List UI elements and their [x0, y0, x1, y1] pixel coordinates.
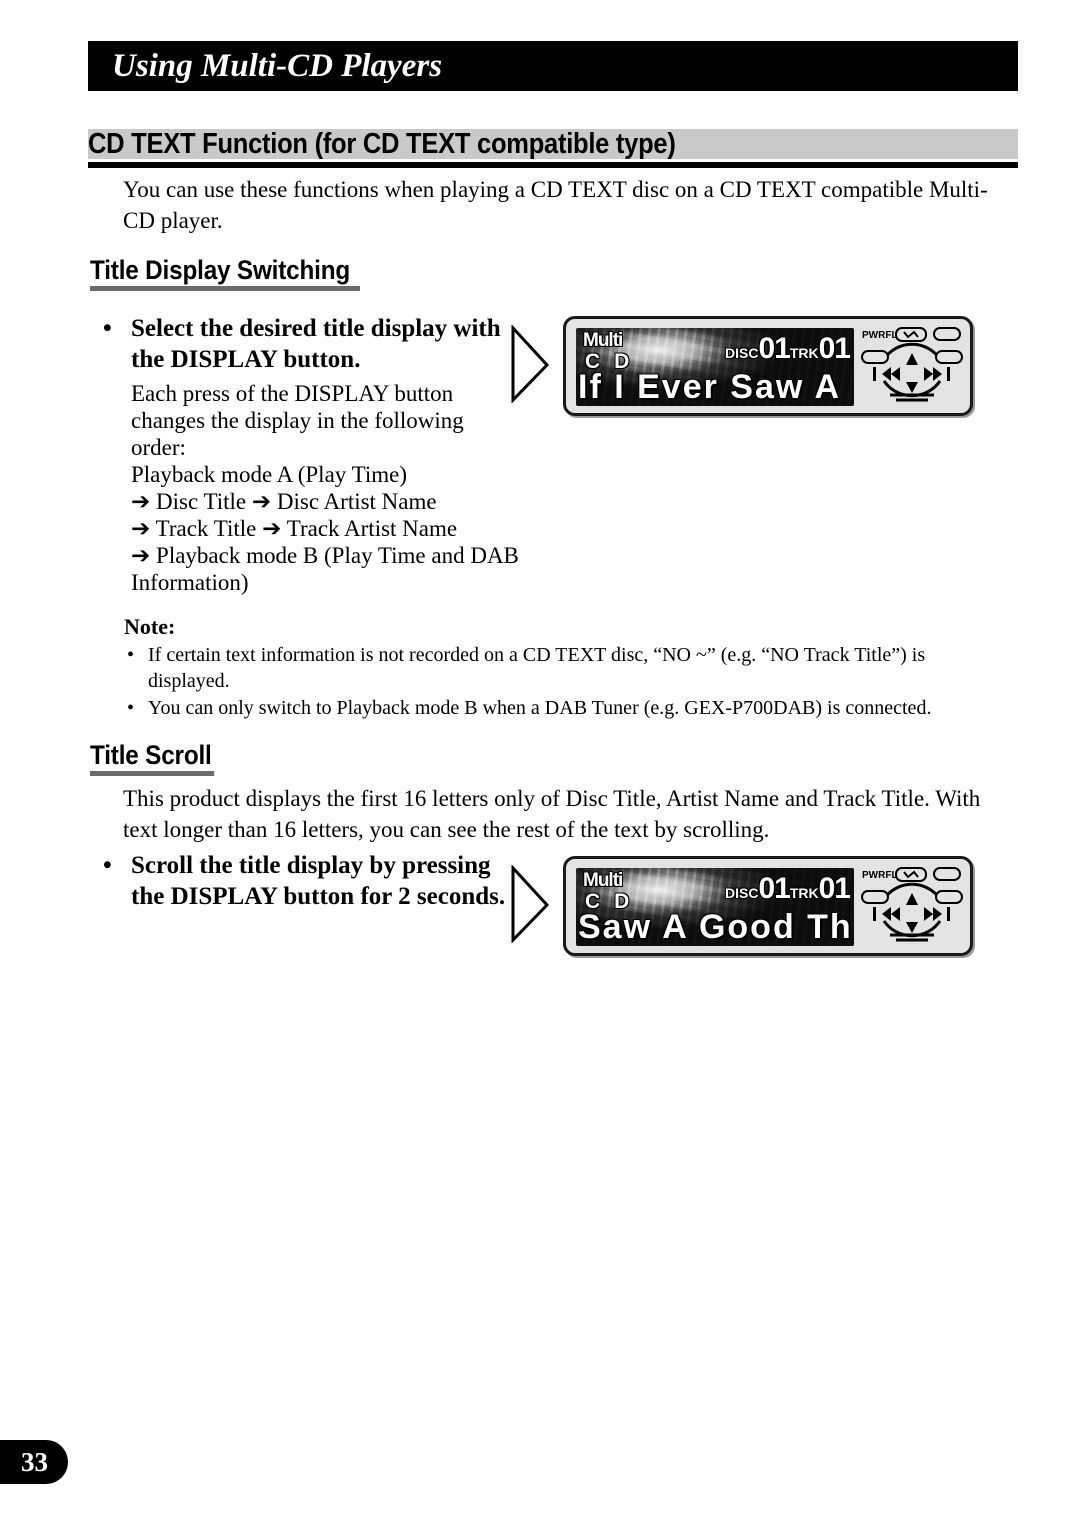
note-block: Note: • If certain text information is n…	[124, 613, 1004, 722]
subsection-underline	[90, 286, 360, 291]
svg-text:PWRFL: PWRFL	[862, 330, 898, 341]
head-unit-display-1: Multi CD DISC 01 TRK 01 If I Ever Saw A …	[563, 316, 973, 416]
explanation-block: Each press of the DISPLAY button changes…	[131, 380, 521, 596]
subsection-underline	[90, 771, 215, 776]
instruction-text: Select the desired title display with th…	[131, 315, 501, 373]
track-number: 01	[818, 872, 851, 905]
multi-cd-badge: Multi CD	[583, 331, 643, 372]
disc-number: 01	[758, 332, 790, 365]
chapter-header-band: Using Multi-CD Players	[88, 41, 1018, 91]
lcd-screen-2: Multi CD DISC 01 TRK 01 Saw A Good Thin	[576, 868, 854, 946]
title-scroll-paragraph: This product displays the first 16 lette…	[123, 786, 981, 842]
section-heading: CD TEXT Function (for CD TEXT compatible…	[88, 126, 1018, 168]
explanation-step: ➔ Track Title ➔ Track Artist Name	[131, 516, 458, 541]
track-number: 01	[818, 332, 851, 365]
disc-label: DISC	[725, 885, 759, 901]
disc-track-readout: DISC 01 TRK 01	[725, 332, 851, 366]
button-cluster-2: PWRFL	[860, 865, 964, 949]
bullet-icon: •	[127, 644, 135, 666]
button-cluster-1: PWRFL	[860, 325, 964, 409]
lcd-title-text: Saw A Good Thin	[578, 908, 854, 946]
head-unit-display-2: Multi CD DISC 01 TRK 01 Saw A Good Thin …	[563, 856, 973, 956]
section-heading-label: CD TEXT Function (for CD TEXT compatible…	[88, 128, 676, 160]
subsection-label: Title Display Switching	[90, 255, 351, 285]
subsection-label: Title Scroll	[90, 740, 212, 770]
explanation-step: Playback mode A (Play Time)	[131, 462, 407, 487]
note-title: Note:	[124, 614, 176, 639]
note-list: • If certain text information is not rec…	[124, 642, 1004, 721]
disc-number: 01	[758, 872, 790, 905]
bullet-icon: •	[103, 315, 112, 342]
multi-cd-badge-top: Multi	[583, 870, 623, 891]
section-intro-paragraph: You can use these functions when playing…	[123, 177, 988, 233]
subsection-heading-title-display-switching: Title Display Switching	[90, 255, 360, 291]
note-item-text: If certain text information is not recor…	[148, 644, 926, 692]
page-number: 33	[21, 1446, 48, 1477]
page-number-tab: 33	[0, 1440, 68, 1484]
note-item-text: You can only switch to Playback mode B w…	[148, 697, 932, 719]
explanation-step: ➔ Playback mode B (Play Time and DAB Inf…	[131, 543, 519, 595]
multi-cd-badge-top: Multi	[583, 330, 623, 351]
explanation-intro: Each press of the DISPLAY button changes…	[131, 381, 464, 460]
pointer-triangle-icon	[510, 325, 550, 403]
pointer-triangle-icon	[510, 865, 550, 943]
lcd-screen-1: Multi CD DISC 01 TRK 01 If I Ever Saw A	[576, 328, 854, 406]
instruction-title-scroll: • Scroll the title display by pressing t…	[103, 850, 513, 912]
lcd-title-text: If I Ever Saw A	[578, 368, 842, 406]
subsection-heading-title-scroll: Title Scroll	[90, 740, 215, 776]
track-label: TRK	[789, 885, 819, 901]
note-list-item: • If certain text information is not rec…	[124, 642, 1004, 694]
bullet-icon: •	[127, 697, 135, 719]
note-list-item: • You can only switch to Playback mode B…	[124, 695, 1004, 721]
instruction-text: Scroll the title display by pressing the…	[131, 852, 506, 910]
explanation-step: ➔ Disc Title ➔ Disc Artist Name	[131, 489, 437, 514]
svg-text:PWRFL: PWRFL	[862, 870, 898, 881]
disc-label: DISC	[725, 345, 759, 361]
disc-track-readout: DISC 01 TRK 01	[725, 872, 851, 906]
section-heading-rule	[88, 162, 1018, 168]
chapter-title: Using Multi-CD Players	[112, 47, 443, 84]
track-label: TRK	[789, 345, 819, 361]
instruction-title-display-switching: • Select the desired title display with …	[103, 313, 513, 375]
bullet-icon: •	[103, 852, 112, 879]
multi-cd-badge: Multi CD	[583, 871, 643, 912]
